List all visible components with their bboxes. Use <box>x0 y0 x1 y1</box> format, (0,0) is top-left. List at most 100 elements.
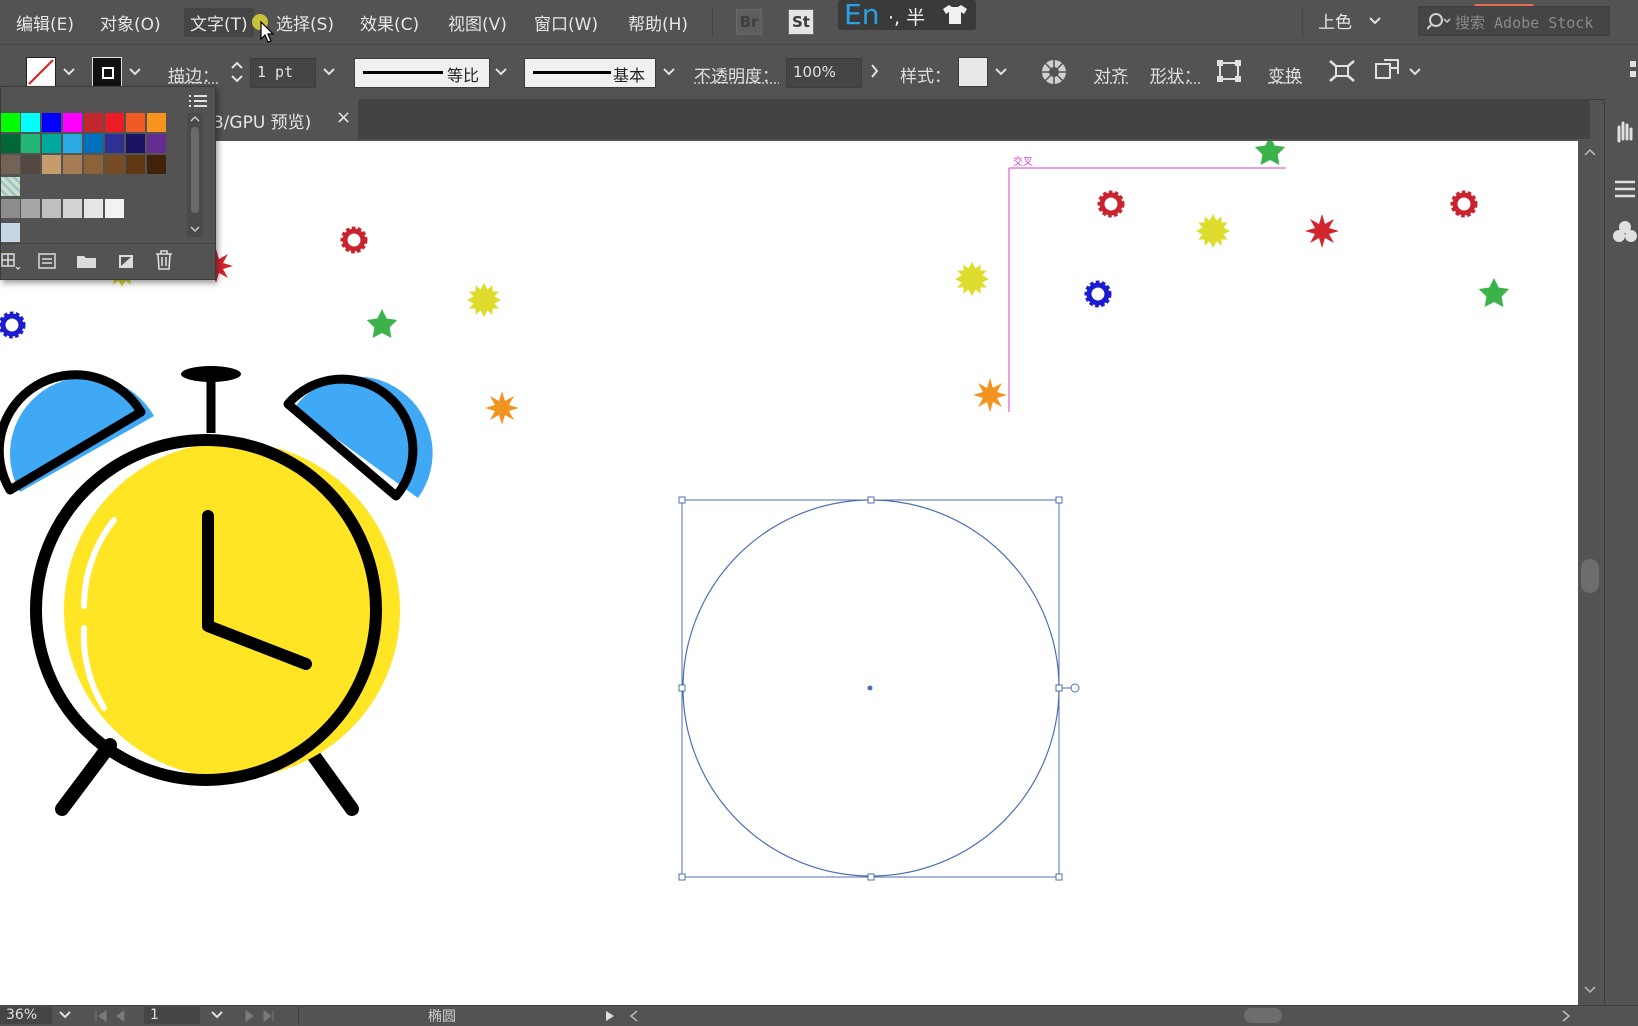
stroke-swatch[interactable] <box>92 57 122 87</box>
resize-handle[interactable] <box>678 496 686 504</box>
chevron-down-icon[interactable] <box>1408 67 1422 77</box>
horizontal-scroll-thumb[interactable] <box>1244 1008 1282 1023</box>
swatch[interactable] <box>126 134 145 153</box>
swatch[interactable] <box>1 223 20 242</box>
stroke-weight-input[interactable]: 1 pt <box>250 58 316 88</box>
chevron-down-icon[interactable] <box>662 67 676 77</box>
skin-shirt-icon[interactable] <box>942 3 968 25</box>
ime-mode[interactable]: En <box>844 0 879 31</box>
menu-help[interactable]: 帮助(H) <box>622 8 694 37</box>
brush-definition[interactable]: 基本 <box>524 58 656 88</box>
swatch[interactable] <box>1 134 20 153</box>
document-tab[interactable]: B/GPU 预览) × <box>200 99 358 139</box>
variable-width-profile[interactable]: 等比 <box>354 58 490 88</box>
menu-effect[interactable]: 效果(C) <box>354 8 425 37</box>
opacity-input[interactable]: 100% <box>786 58 862 88</box>
chevron-down-icon[interactable] <box>322 67 336 77</box>
swatch[interactable] <box>42 155 61 174</box>
swatch[interactable] <box>84 134 103 153</box>
swatch[interactable] <box>21 199 40 218</box>
scroll-down-icon[interactable] <box>190 225 200 233</box>
swatch-scrollbar[interactable] <box>187 113 203 237</box>
stepper-icon[interactable] <box>230 57 244 87</box>
hand-tool-icon[interactable] <box>1613 119 1637 143</box>
swatch[interactable] <box>1 155 20 174</box>
first-previous-artboard-icon[interactable] <box>94 1009 134 1023</box>
scroll-right-icon[interactable] <box>1560 1009 1572 1023</box>
swatch[interactable] <box>84 113 103 132</box>
swatch[interactable] <box>105 134 124 153</box>
swatch[interactable] <box>63 134 82 153</box>
menu-window[interactable]: 窗口(W) <box>528 8 604 37</box>
star-shape[interactable] <box>366 309 398 338</box>
menu-edit[interactable]: 编辑(E) <box>10 8 80 37</box>
status-menu-arrow-icon[interactable] <box>604 1009 616 1023</box>
swatch[interactable] <box>21 155 40 174</box>
new-swatch-icon[interactable] <box>115 251 137 271</box>
next-last-artboard-icon[interactable] <box>244 1009 284 1023</box>
swatch[interactable] <box>42 134 61 153</box>
scroll-up-icon[interactable] <box>1583 147 1597 157</box>
scroll-left-icon[interactable] <box>628 1009 640 1023</box>
panel-menu-icon[interactable] <box>1624 59 1638 85</box>
pie-widget-handle[interactable] <box>1070 683 1080 693</box>
stroke-label[interactable]: 描边： <box>168 62 219 87</box>
swatch[interactable] <box>147 113 166 132</box>
burst-shape[interactable] <box>485 391 519 425</box>
libraries-panel-icon[interactable] <box>1613 219 1637 245</box>
panel-menu-icon[interactable] <box>187 93 209 109</box>
opacity-label[interactable]: 不透明度： <box>694 62 779 87</box>
resize-handle[interactable] <box>1055 873 1063 881</box>
chevron-down-icon[interactable] <box>494 67 508 77</box>
stock-button[interactable]: St <box>788 9 814 35</box>
burst-shape[interactable] <box>955 262 989 296</box>
gear-shape[interactable] <box>1088 284 1108 304</box>
workspace-switcher[interactable]: 上色 <box>1318 8 1352 33</box>
swatch[interactable] <box>147 134 166 153</box>
shape-label[interactable]: 形状： <box>1150 62 1201 87</box>
gear-shape[interactable] <box>344 230 364 250</box>
chevron-down-icon[interactable] <box>128 67 142 77</box>
new-color-group-icon[interactable] <box>75 251 99 271</box>
burst-shape[interactable] <box>1196 214 1230 248</box>
swatch[interactable] <box>105 113 124 132</box>
layers-panel-icon[interactable] <box>1613 179 1637 199</box>
recolor-artwork-icon[interactable] <box>1040 58 1068 86</box>
swatch-libraries-icon[interactable] <box>1 251 23 271</box>
scroll-thumb[interactable] <box>1581 559 1599 593</box>
transform-button[interactable]: 变换 <box>1268 62 1302 87</box>
star-shape[interactable] <box>1254 141 1286 165</box>
burst-shape[interactable] <box>467 283 501 317</box>
artboard-number-field[interactable]: 1 <box>144 1007 200 1024</box>
resize-handle[interactable] <box>867 873 875 881</box>
scroll-up-icon[interactable] <box>190 115 200 123</box>
swatch[interactable] <box>1 199 20 218</box>
menu-type[interactable]: 文字(T) <box>184 8 254 37</box>
resize-handle[interactable] <box>867 496 875 504</box>
scroll-down-icon[interactable] <box>1583 985 1597 995</box>
menu-object[interactable]: 对象(O) <box>94 8 167 37</box>
chevron-down-icon[interactable] <box>62 67 76 77</box>
swatch[interactable] <box>21 134 40 153</box>
swatch[interactable] <box>42 199 61 218</box>
swatch[interactable] <box>126 113 145 132</box>
resize-handle[interactable] <box>1055 684 1063 692</box>
graphic-style-swatch[interactable] <box>958 57 988 87</box>
swatch[interactable] <box>42 113 61 132</box>
close-tab-button[interactable]: × <box>336 107 351 128</box>
alarm-clock-illustration[interactable] <box>0 366 433 816</box>
swatch[interactable] <box>63 113 82 132</box>
menu-select[interactable]: 选择(S) <box>270 8 340 37</box>
gear-shape[interactable] <box>1454 194 1474 214</box>
burst-shape[interactable] <box>1305 214 1339 248</box>
burst-shape[interactable] <box>973 378 1007 412</box>
swatch[interactable] <box>63 155 82 174</box>
selected-ellipse[interactable] <box>678 496 1080 881</box>
swatch[interactable] <box>105 155 124 174</box>
fill-swatch[interactable] <box>26 57 56 87</box>
menu-view[interactable]: 视图(V) <box>442 8 513 37</box>
scroll-thumb[interactable] <box>191 127 199 213</box>
zoom-field[interactable]: 36% <box>0 1007 52 1024</box>
swatch[interactable] <box>147 155 166 174</box>
shape-properties-icon[interactable] <box>1216 59 1242 83</box>
